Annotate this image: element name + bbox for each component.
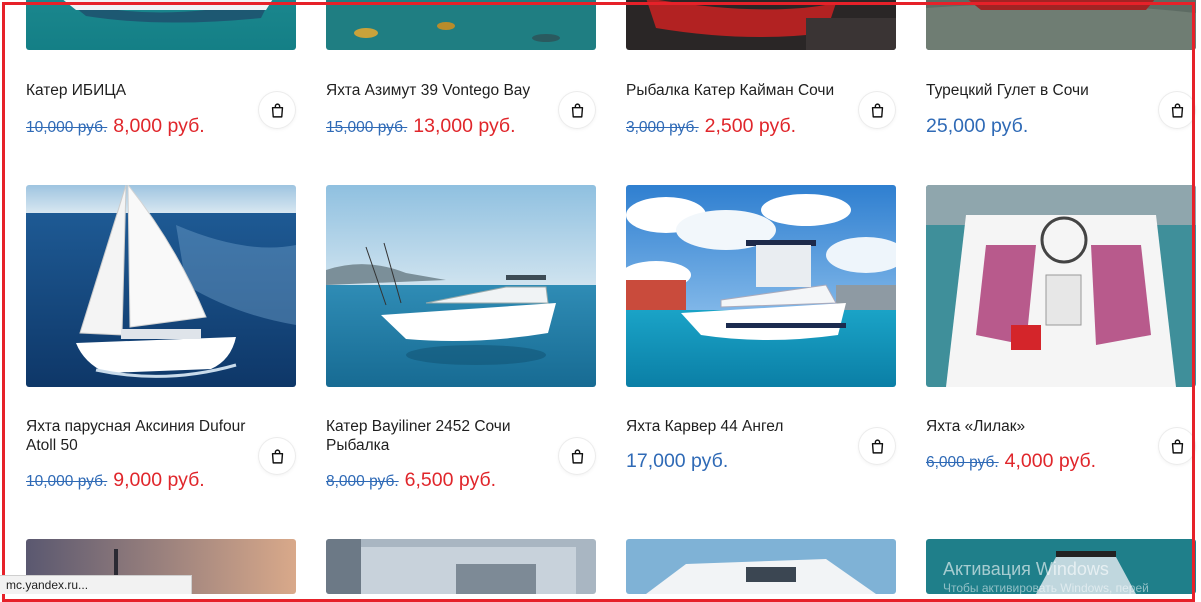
old-price: 8,000 руб. [326,473,399,490]
boat-interior-photo [326,539,596,594]
motorboat-photo [326,185,596,387]
product-image[interactable] [926,0,1196,50]
product-image[interactable] [626,185,896,387]
product-image[interactable] [326,185,596,387]
sale-price: 8,000 руб. [113,115,205,137]
shopping-bag-icon [571,448,583,464]
product-price: 17,000 руб. [626,450,728,473]
add-to-cart-button[interactable] [859,92,895,128]
sailboat-photo [26,185,296,387]
product-title[interactable]: Турецкий Гулет в Сочи [926,81,1151,100]
boat-photo [26,0,296,50]
shopping-bag-icon [871,102,883,118]
product-image[interactable] [626,539,896,594]
product-price: 6,000 руб. 4,000 руб. [926,450,1096,473]
boat-photo [326,0,596,50]
product-price: 8,000 руб. 6,500 руб. [326,469,496,492]
product-price: 10,000 руб. 9,000 руб. [26,469,205,492]
shopping-bag-icon [271,448,283,464]
windows-activation-watermark: Активация Windows [943,559,1109,579]
shopping-bag-icon [1171,102,1183,118]
sale-price: 6,500 руб. [404,469,497,491]
product-image[interactable] [26,0,296,50]
yacht-deck-photo [926,185,1196,387]
product-title[interactable]: Катер Bayiliner 2452 Сочи Рыбалка [326,417,551,455]
product-title[interactable]: Яхта Азимут 39 Vontego Bay [326,81,551,100]
windows-activation-hint: Чтобы активировать Windows, перей [943,581,1149,595]
product-title[interactable]: Яхта «Лилак» [926,417,1151,436]
product-price: 15,000 руб. 13,000 руб. [326,115,516,138]
add-to-cart-button[interactable] [859,428,895,464]
add-to-cart-button[interactable] [259,438,295,474]
boat-photo [926,0,1196,50]
product-image[interactable] [326,539,596,594]
add-to-cart-button[interactable] [559,92,595,128]
product-title[interactable]: Яхта Карвер 44 Ангел [626,417,851,436]
product-price: 25,000 руб. [926,115,1028,138]
shopping-bag-icon [1171,438,1183,454]
product-image[interactable] [326,0,596,50]
boat-photo [626,0,896,50]
old-price: 3,000 руб. [626,119,699,136]
product-image[interactable] [626,0,896,50]
sale-price: 2,500 руб. [704,115,797,137]
old-price: 10,000 руб. [26,119,108,136]
add-to-cart-button[interactable] [559,438,595,474]
add-to-cart-button[interactable] [1159,92,1195,128]
product-title[interactable]: Яхта парусная Аксиния Dufour Atoll 50 [26,417,251,455]
old-price: 10,000 руб. [26,473,108,490]
old-price: 15,000 руб. [326,119,408,136]
shopping-bag-icon [571,102,583,118]
product-image[interactable] [926,185,1196,387]
shopping-bag-icon [271,102,283,118]
regular-price: 25,000 руб. [926,115,1029,137]
sale-price: 13,000 руб. [413,115,516,137]
add-to-cart-button[interactable] [1159,428,1195,464]
shopping-bag-icon [871,438,883,454]
sale-price: 4,000 руб. [1004,450,1097,472]
product-price: 10,000 руб. 8,000 руб. [26,115,205,138]
product-title[interactable]: Катер ИБИЦА [26,81,251,100]
old-price: 6,000 руб. [926,454,999,471]
product-grid: Катер ИБИЦА 10,000 руб. 8,000 руб. Яхта А… [0,0,1201,594]
product-price: 3,000 руб. 2,500 руб. [626,115,796,138]
regular-price: 17,000 руб. [626,450,729,472]
browser-status-bar: mc.yandex.ru... [0,575,192,594]
yacht-photo [626,185,896,387]
add-to-cart-button[interactable] [259,92,295,128]
boat-photo [626,539,896,594]
product-image[interactable] [26,185,296,387]
sale-price: 9,000 руб. [113,469,205,491]
product-title[interactable]: Рыбалка Катер Кайман Сочи [626,81,851,100]
